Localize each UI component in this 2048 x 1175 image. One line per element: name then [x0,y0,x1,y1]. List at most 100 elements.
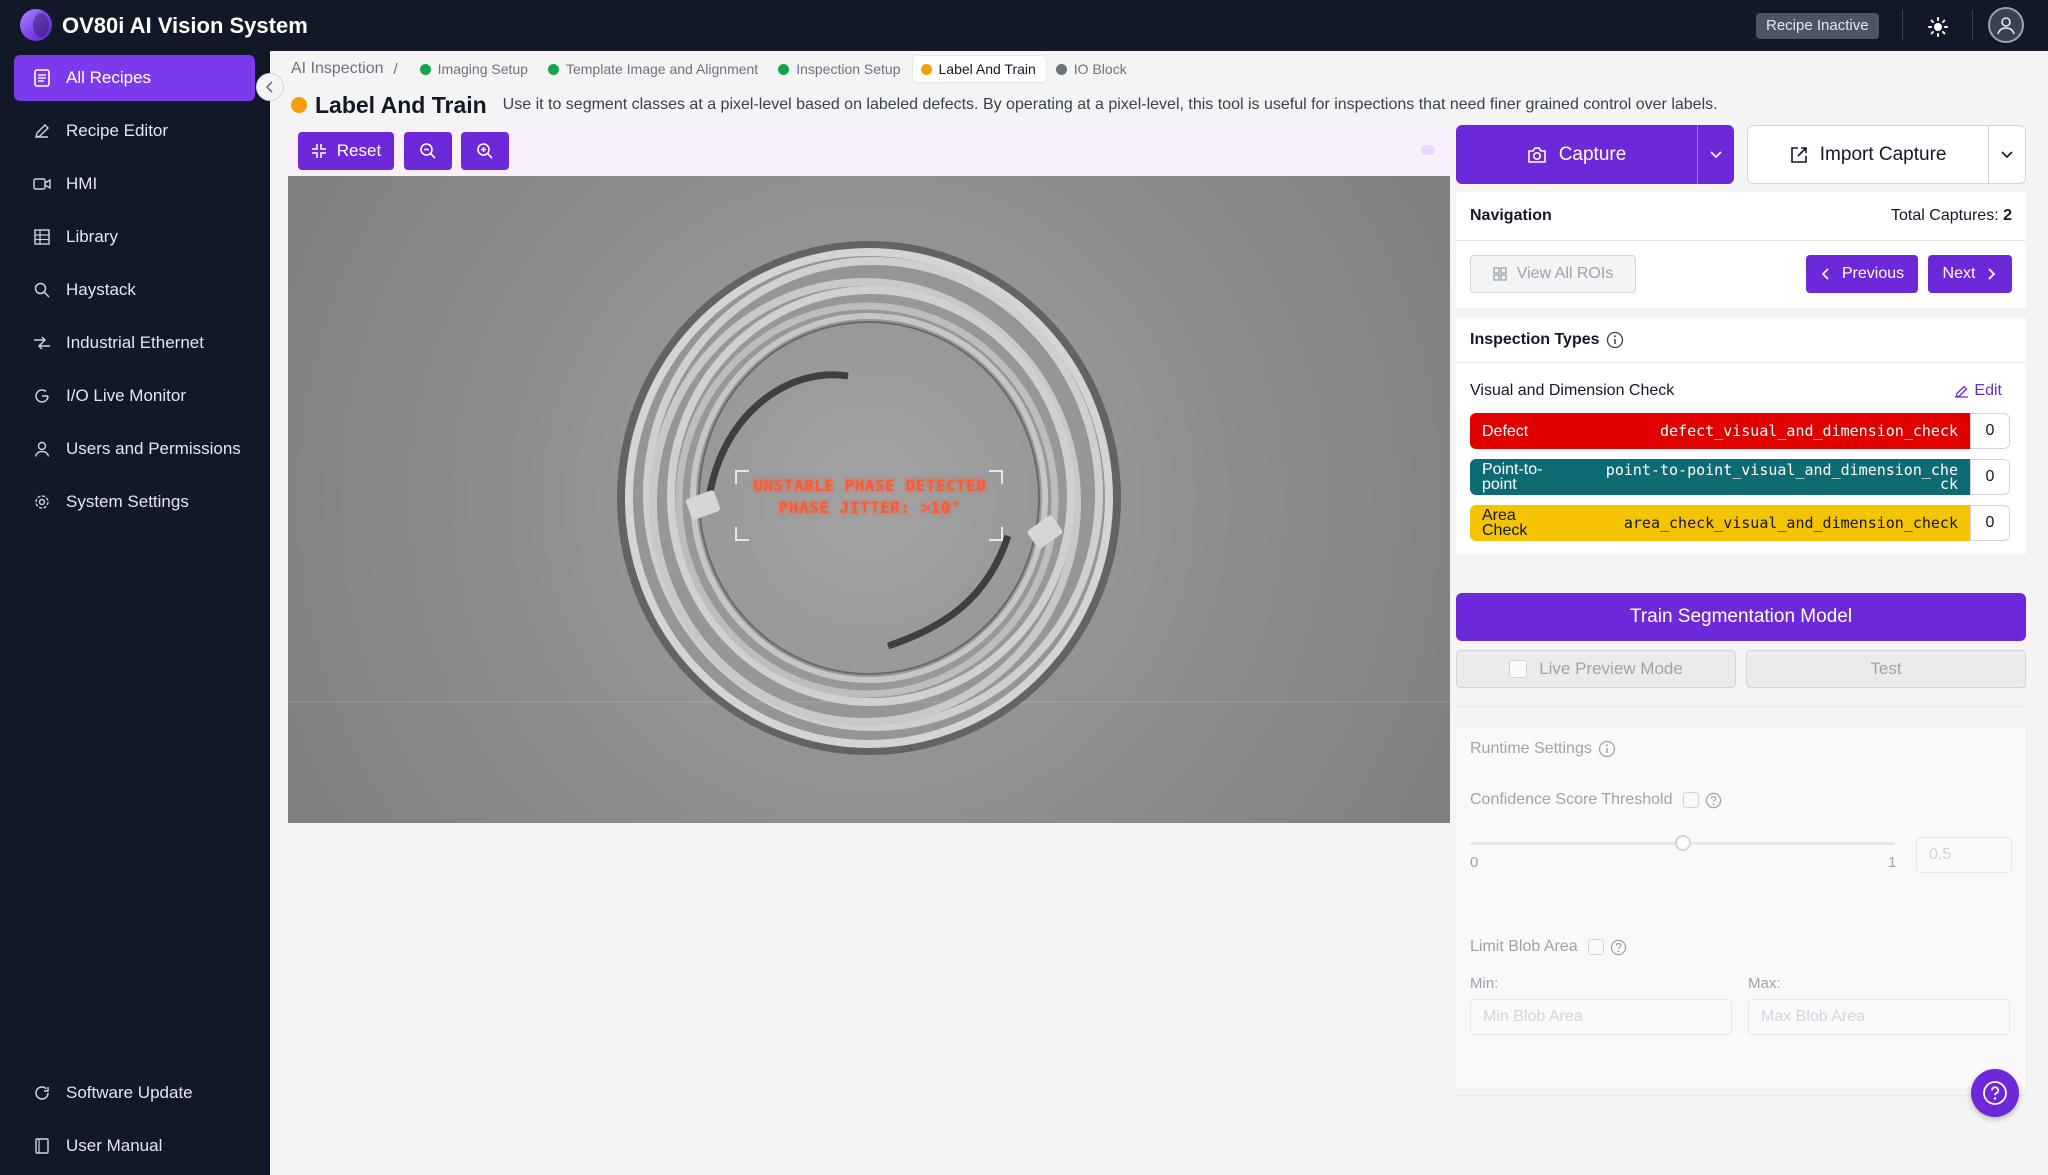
sidebar-item-user-manual[interactable]: User Manual [14,1123,255,1169]
network-icon [32,333,52,353]
sidebar-item-industrial-ethernet[interactable]: Industrial Ethernet [14,320,255,366]
reset-button[interactable]: Reset [298,132,394,170]
compress-icon [311,144,326,158]
inspection-type-count: 0 [1970,505,2010,541]
sidebar-item-label: System Settings [66,492,189,511]
info-icon[interactable] [1606,331,1624,349]
sidebar-item-hmi[interactable]: HMI [14,161,255,207]
breadcrumb-root[interactable]: AI Inspection [291,60,384,78]
overlay-line-2: PHASE JITTER: >10° [778,498,962,517]
live-preview-label: Live Preview Mode [1539,659,1683,678]
grid-icon [32,227,52,247]
confidence-threshold-input[interactable]: 0.5 [1916,837,2012,873]
page-header: Label And Train Use it to segment classe… [291,90,2031,120]
next-button[interactable]: Next [1928,255,2012,293]
live-preview-mode-toggle[interactable]: Live Preview Mode [1456,650,1736,688]
sidebar-item-label: User Manual [66,1136,163,1155]
train-segmentation-model-button[interactable]: Train Segmentation Model [1456,593,2026,641]
view-all-rois-button[interactable]: View All ROIs [1470,255,1636,293]
inspection-types-title: Inspection Types [1470,331,1624,349]
import-dropdown-button[interactable] [1989,126,2025,183]
help-icon[interactable] [1705,792,1722,809]
sidebar-item-label: Users and Permissions [66,439,241,458]
info-icon[interactable] [1598,740,1616,758]
status-dot [920,63,932,75]
breadcrumb-step-label-and-train[interactable]: Label And Train [912,56,1046,82]
max-blob-area-input[interactable]: Max Blob Area [1748,999,2010,1035]
breadcrumb-step-inspection-setup[interactable]: Inspection Setup [770,56,910,82]
sidebar-item-io-live-monitor[interactable]: I/O Live Monitor [14,373,255,419]
inspection-type-count: 0 [1970,413,2010,449]
inspection-type-count: 0 [1970,459,2010,495]
inspection-type-name: Point-to-point [1482,461,1543,493]
page-title: Label And Train [315,91,487,118]
test-button[interactable]: Test [1746,650,2026,688]
sidebar-item-label: Library [66,227,118,246]
capture-button[interactable]: Capture [1456,125,1698,184]
sidebar-item-label: Recipe Editor [66,121,169,140]
sidebar-item-all-recipes[interactable]: All Recipes [14,55,255,101]
edit-check-button[interactable]: Edit [1955,382,2002,400]
breadcrumb-step-imaging-setup[interactable]: Imaging Setup [412,56,538,82]
inspection-type-pill[interactable]: Area Check area_check_visual_and_dimensi… [1470,505,1970,541]
section-divider [1456,1095,2026,1096]
live-preview-checkbox[interactable] [1509,660,1528,678]
sidebar-item-users-and-permissions[interactable]: Users and Permissions [14,426,255,472]
check-name: Visual and Dimension Check [1470,382,1675,399]
theme-toggle-button[interactable] [1920,9,1956,45]
inspection-type-key: point-to-point_visual_and_dimension_chec… [1605,461,1958,493]
status-dot [778,63,790,75]
card-divider [1456,362,2026,363]
sidebar-item-label: I/O Live Monitor [66,386,186,405]
sidebar-item-recipe-editor[interactable]: Recipe Editor [14,108,255,154]
chevron-right-icon [1988,268,1996,280]
gear-icon [32,492,52,512]
runtime-settings-title-text: Runtime Settings [1470,740,1592,757]
monitor-icon [32,386,52,406]
capture-dropdown-button[interactable] [1698,125,1734,184]
help-button[interactable] [1971,1069,2019,1117]
navigation-title: Navigation [1470,207,1552,224]
breadcrumb-step-template-image[interactable]: Template Image and Alignment [540,56,768,82]
sidebar-item-haystack[interactable]: Haystack [14,267,255,313]
inspection-type-key: defect_visual_and_dimension_check [1659,422,1958,440]
overlay-bracket-bottom-right [989,527,1003,541]
topbar-divider [1972,10,1973,40]
zoom-out-button[interactable] [404,132,452,170]
sidebar-collapse-button[interactable] [256,73,284,101]
inspection-type-row-defect[interactable]: Defect defect_visual_and_dimension_check… [1470,413,2010,449]
refresh-icon [32,1083,52,1103]
inspection-type-row-point-to-point[interactable]: Point-to-point point-to-point_visual_and… [1470,459,2010,495]
app-logo [20,9,52,41]
capture-label: Capture [1558,143,1627,165]
user-avatar-button[interactable] [1988,7,2024,43]
inspection-type-pill[interactable]: Point-to-point point-to-point_visual_and… [1470,459,1970,495]
slider-min-label: 0 [1470,854,1479,871]
top-bar: OV80i AI Vision System Recipe Inactive [0,0,2048,51]
breadcrumb-step-label: Inspection Setup [796,61,901,77]
runtime-settings-card: Runtime Settings Confidence Score Thresh… [1456,727,2026,1087]
pencil-icon [32,121,52,141]
capture-split-button: Capture [1456,125,1734,184]
sidebar-item-label: Software Update [66,1083,193,1102]
sidebar: All Recipes Recipe Editor HMI Library Ha… [0,51,270,1175]
sidebar-item-label: HMI [66,174,98,193]
breadcrumb-separator: / [393,60,398,78]
sidebar-item-software-update[interactable]: Software Update [14,1070,255,1116]
inspection-type-pill[interactable]: Defect defect_visual_and_dimension_check [1470,413,1970,449]
sidebar-item-system-settings[interactable]: System Settings [14,479,255,525]
import-capture-button[interactable]: Import Capture [1748,126,1990,183]
confidence-slider-thumb[interactable] [1674,835,1691,851]
confidence-threshold-checkbox[interactable] [1682,792,1699,808]
zoom-in-button[interactable] [461,132,509,170]
previous-button[interactable]: Previous [1806,255,1918,293]
inspection-type-row-area-check[interactable]: Area Check area_check_visual_and_dimensi… [1470,505,2010,541]
status-dot [1055,63,1067,75]
breadcrumb-step-io-block[interactable]: IO Block [1048,56,1137,82]
min-blob-area-input[interactable]: Min Blob Area [1470,999,1732,1035]
sidebar-item-library[interactable]: Library [14,214,255,260]
help-icon[interactable] [1610,939,1627,956]
limit-blob-area-checkbox[interactable] [1587,939,1604,955]
inspection-type-name: Area Check [1482,507,1528,539]
limit-blob-area-label: Limit Blob Area [1470,938,1578,955]
